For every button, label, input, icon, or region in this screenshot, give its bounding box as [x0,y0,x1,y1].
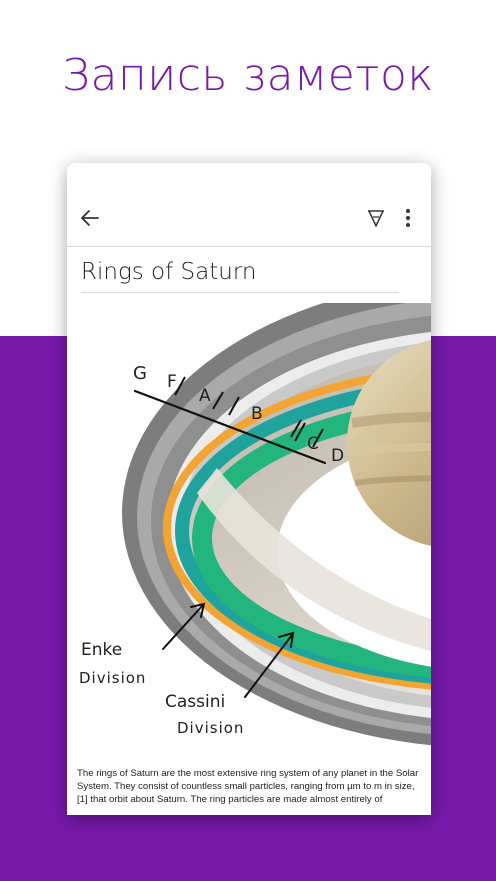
more-vertical-icon [406,209,410,227]
annotation-enke-line-2: Division [79,669,146,687]
ring-label-d: D [331,446,344,466]
more-options-button[interactable] [401,207,415,229]
title-divider [81,292,399,293]
ring-label-f: F [167,372,177,392]
ring-label-b: B [251,404,263,424]
ink-tool-button[interactable] [365,207,387,229]
headline: Запись заметок [61,50,435,101]
arrow-left-icon [81,210,99,226]
page-title[interactable]: Rings of Saturn [81,259,256,285]
pen-ink-icon [368,210,384,227]
ring-label-a: A [199,386,211,406]
back-button[interactable] [79,207,101,229]
saturn-illustration: G F A B C D Enke Division Cassini Divisi… [79,303,431,746]
annotation-cassini-line-2: Division [177,719,244,737]
annotation-cassini-line-1: Cassini [165,692,225,712]
ring-label-g: G [133,363,147,384]
note-body-text[interactable]: The rings of Saturn are the most extensi… [77,768,421,806]
annotation-enke-line-1: Enke [81,640,122,660]
app-bar [67,163,431,247]
ring-label-c: C [307,434,319,454]
phone-screen: Rings of Saturn G F A B C D Enke Divisio… [67,163,431,815]
